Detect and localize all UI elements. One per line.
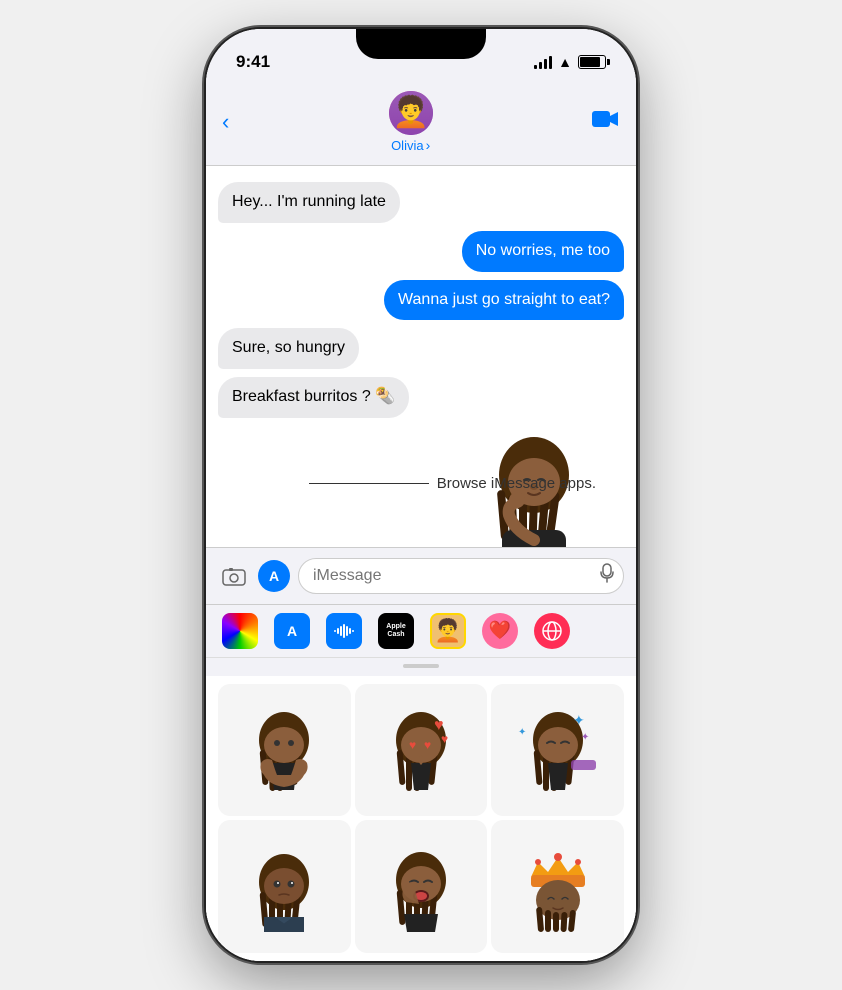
sticker-crown (513, 842, 603, 932)
avatar-figure (389, 91, 433, 135)
svg-text:✦: ✦ (573, 712, 585, 728)
signal-bar-4 (549, 56, 552, 69)
message-row: Sure, so hungry (218, 328, 624, 369)
sticker-praying (239, 705, 329, 795)
signal-bar-2 (539, 62, 542, 69)
contact-info[interactable]: Olivia (389, 91, 433, 153)
annotation-line (309, 483, 429, 484)
drawer-handle-area (206, 658, 636, 676)
sticker-sparkle: ✦ ✦ ✦ (513, 705, 603, 795)
message-row: Hey... I'm running late (218, 182, 624, 223)
video-call-button[interactable] (592, 109, 620, 135)
message-text: Wanna just go straight to eat? (398, 291, 610, 308)
mic-button[interactable] (600, 563, 614, 588)
contact-name: Olivia (391, 137, 430, 153)
appstore-tab[interactable]: A (274, 613, 310, 649)
input-area: A (206, 547, 636, 604)
sent-bubble: No worries, me too (462, 231, 624, 272)
camera-icon (222, 566, 246, 586)
back-button[interactable]: ‹ (222, 109, 229, 135)
battery-fill (580, 57, 600, 67)
status-icons: ▲ (534, 54, 606, 70)
sticker-cool (239, 842, 329, 932)
svg-text:✦: ✦ (581, 732, 589, 743)
sticker-item[interactable] (491, 820, 624, 953)
browse-tab[interactable] (534, 613, 570, 649)
message-text: Sure, so hungry (232, 339, 345, 356)
sticker-hearts: ♥ ♥ ♥ ♥ (376, 705, 466, 795)
message-header: ‹ Olivia (206, 83, 636, 166)
soundboard-tab[interactable] (326, 613, 362, 649)
received-bubble: Hey... I'm running late (218, 182, 400, 223)
input-wrapper (298, 558, 624, 594)
drawer-handle (403, 664, 439, 668)
sticker-yawn (376, 842, 466, 932)
svg-text:♥: ♥ (424, 738, 431, 752)
mic-icon (600, 563, 614, 583)
sticker-item[interactable]: ♥ ♥ ♥ ♥ (355, 684, 488, 817)
message-row: Wanna just go straight to eat? (218, 280, 624, 321)
screen: 9:41 ▲ ‹ (206, 29, 636, 961)
annotation-area: Browse iMessage apps. (309, 475, 596, 492)
signal-bar-3 (544, 59, 547, 69)
photos-tab[interactable] (222, 613, 258, 649)
sticker-item[interactable]: ✦ ✦ ✦ (491, 684, 624, 817)
received-bubble: Breakfast burritos ? 🌯 (218, 377, 409, 418)
message-input[interactable] (298, 558, 624, 594)
svg-text:♥: ♥ (441, 732, 448, 746)
message-text: Breakfast burritos ? 🌯 (232, 388, 395, 405)
stickers-tab[interactable]: ❤️ (482, 613, 518, 649)
sent-bubble: Wanna just go straight to eat? (384, 280, 624, 321)
svg-text:♥: ♥ (409, 738, 416, 752)
memoji-tab[interactable]: 🧑‍🦱 (430, 613, 466, 649)
apps-button[interactable]: A (258, 560, 290, 592)
app-drawer-tabs: A AppleCash (206, 605, 636, 658)
sticker-item[interactable] (355, 820, 488, 953)
video-icon (592, 109, 620, 129)
sticker-item[interactable] (218, 684, 351, 817)
message-row: Breakfast burritos ? 🌯 (218, 377, 624, 418)
svg-text:✦: ✦ (518, 727, 526, 738)
phone-frame: 9:41 ▲ ‹ (206, 29, 636, 961)
soundboard-icon (333, 623, 355, 639)
sticker-item[interactable] (218, 820, 351, 953)
battery-icon (578, 55, 606, 69)
message-text: No worries, me too (476, 242, 610, 259)
message-row: No worries, me too (218, 231, 624, 272)
notch (356, 29, 486, 59)
signal-bars (534, 55, 552, 69)
apps-icon: A (269, 568, 279, 584)
message-text: Hey... I'm running late (232, 193, 386, 210)
camera-button[interactable] (218, 560, 250, 592)
app-drawer: A AppleCash (206, 604, 636, 961)
received-bubble: Sure, so hungry (218, 328, 359, 369)
back-arrow-icon: ‹ (222, 109, 229, 135)
annotation-text: Browse iMessage apps. (437, 475, 596, 492)
wifi-icon: ▲ (558, 54, 572, 70)
status-bar: 9:41 ▲ (206, 29, 636, 83)
browse-icon (541, 620, 563, 642)
status-time: 9:41 (236, 52, 270, 72)
sticker-grid: ♥ ♥ ♥ ♥ (206, 676, 636, 961)
signal-bar-1 (534, 65, 537, 69)
avatar (389, 91, 433, 135)
apple-cash-tab[interactable]: AppleCash (378, 613, 414, 649)
